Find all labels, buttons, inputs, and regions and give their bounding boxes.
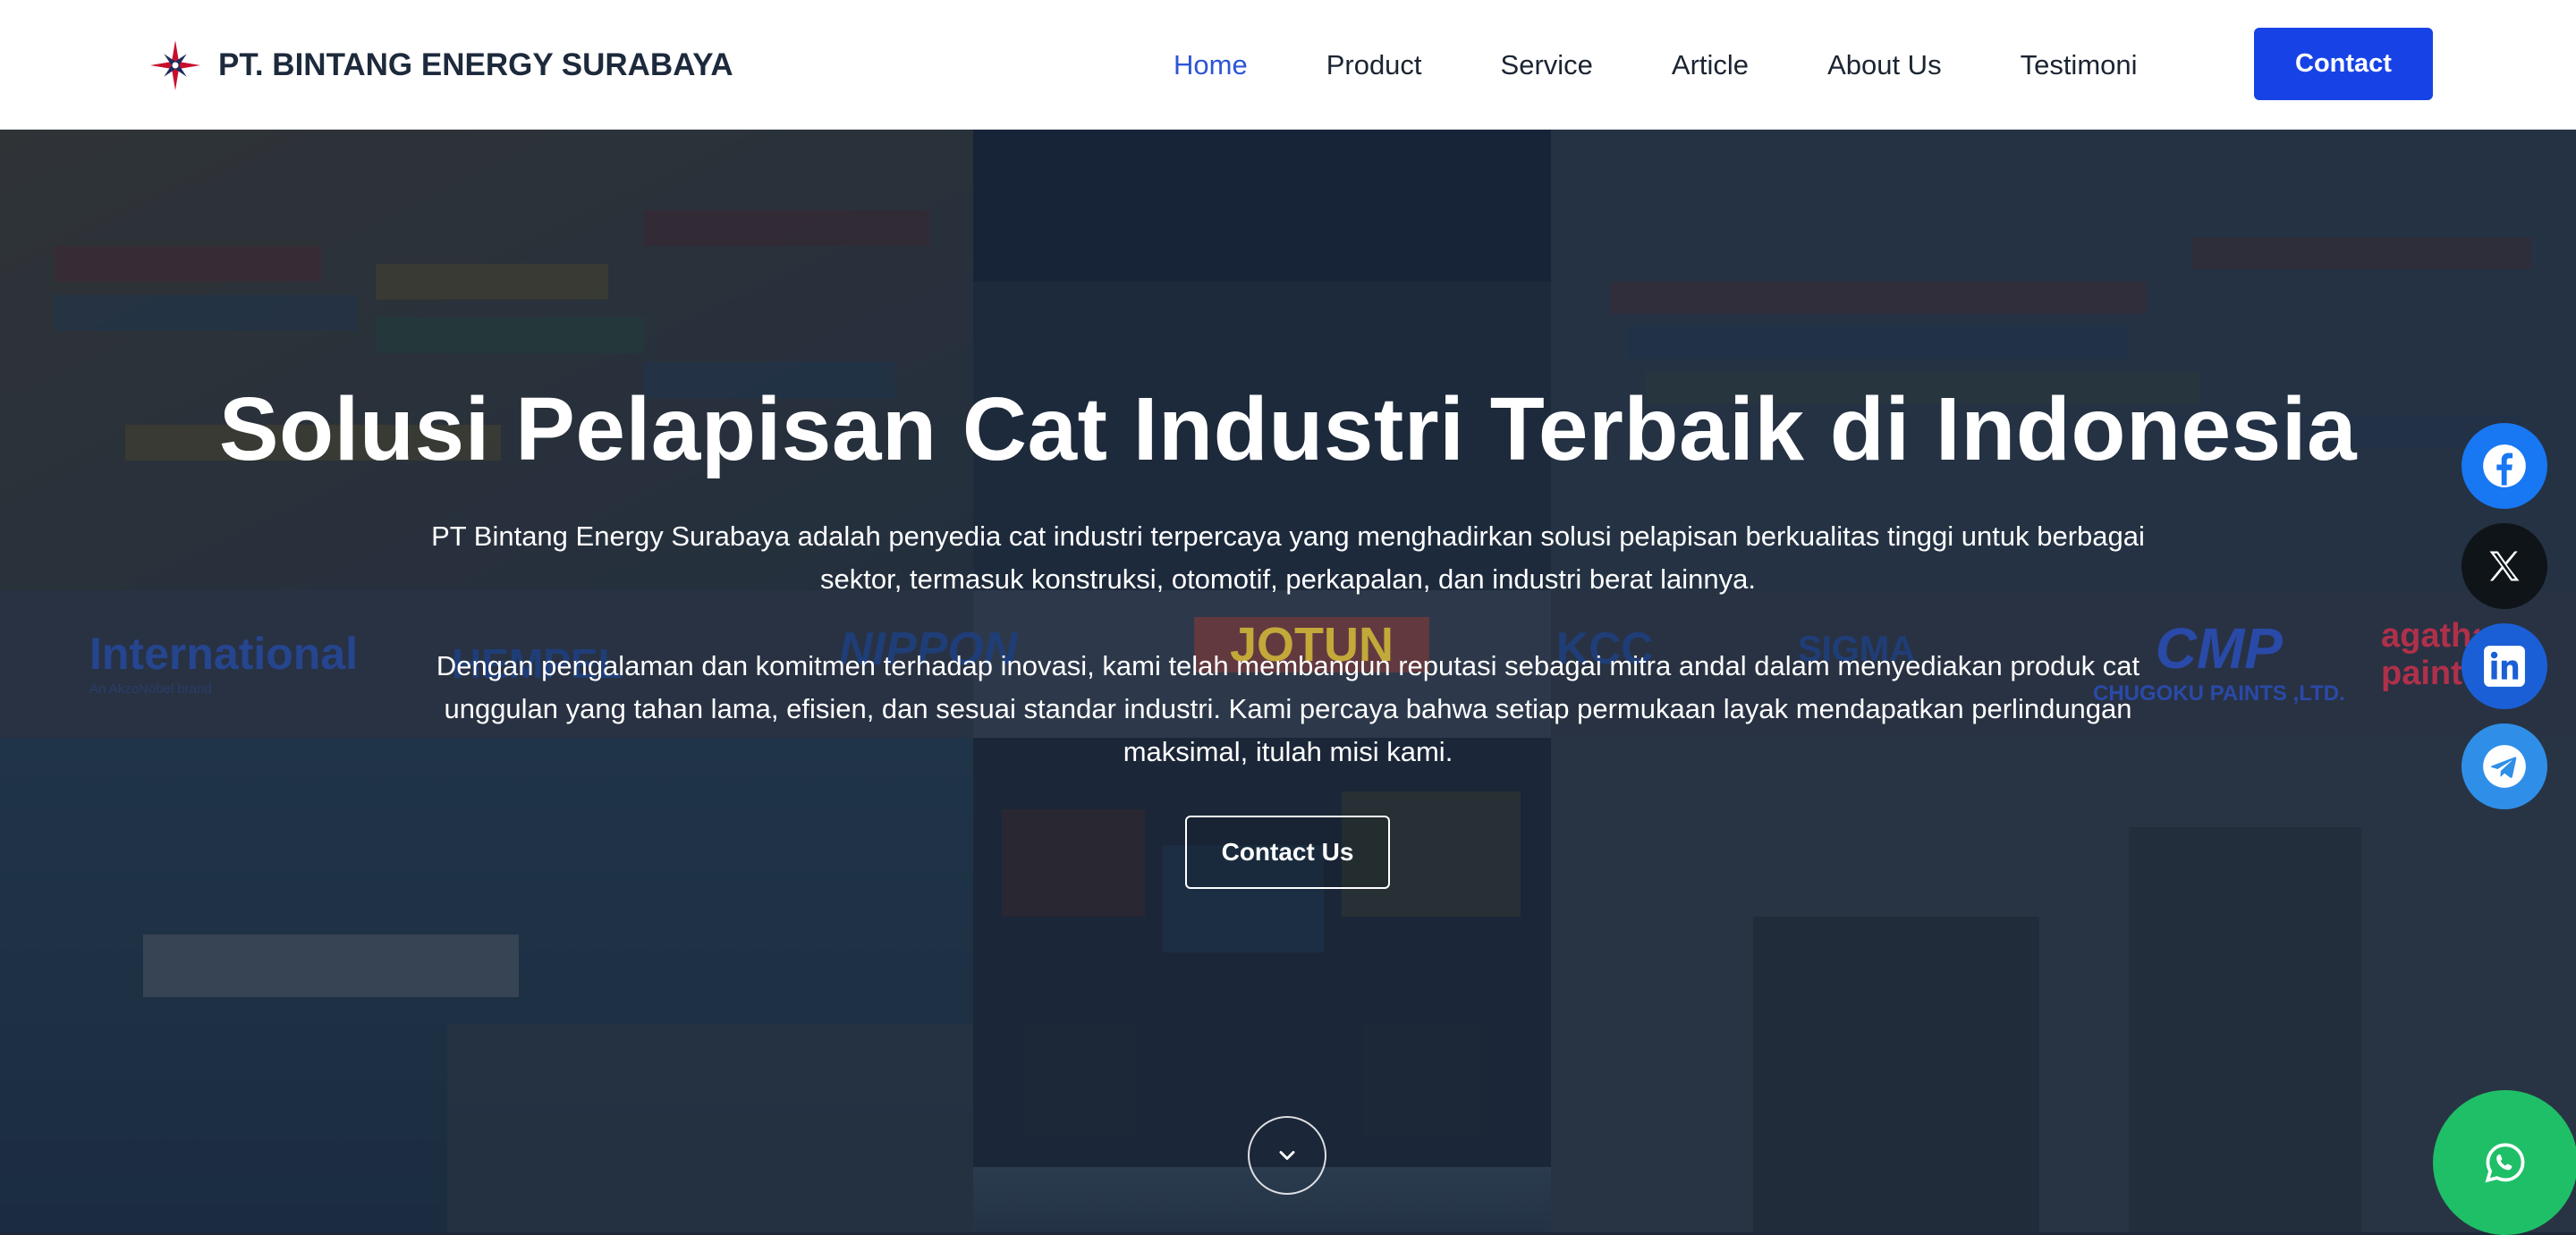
main-nav: Home Product Service Article About Us Te… [1174,0,2216,130]
nav-article[interactable]: Article [1672,49,1749,81]
site-header: PT. BINTANG ENERGY SURABAYA Home Product… [0,0,2576,130]
telegram-icon [2483,745,2526,788]
hero-paragraph-1: PT Bintang Energy Surabaya adalah penyed… [431,520,2145,595]
nav-home[interactable]: Home [1174,49,1248,81]
nav-service[interactable]: Service [1501,49,1593,81]
chevron-down-icon [1279,1151,1295,1160]
brand[interactable]: PT. BINTANG ENERGY SURABAYA [148,38,733,93]
telegram-button[interactable] [2462,723,2547,809]
nav-about-us[interactable]: About Us [1827,49,1942,81]
nav-product[interactable]: Product [1326,49,1422,81]
hero-paragraph-2: Dengan pengalaman dan komitmen terhadap … [436,650,2140,767]
star-logo-icon [150,40,200,90]
x-icon [2489,551,2520,581]
facebook-button[interactable] [2462,423,2547,509]
whatsapp-button[interactable] [2433,1090,2576,1235]
hero-title: Solusi Pelapisan Cat Industri Terbaik di… [218,379,2358,479]
nav-testimoni[interactable]: Testimoni [2021,49,2138,81]
scroll-down-button[interactable] [1248,1116,1326,1195]
contact-us-button[interactable]: Contact Us [1185,816,1390,889]
linkedin-icon [2484,646,2525,687]
hero-section: International An AkzoNobel brand HEMPEL … [0,130,2576,1232]
whatsapp-icon [2485,1143,2525,1183]
facebook-icon [2483,444,2526,487]
x-button[interactable] [2462,523,2547,609]
contact-button[interactable]: Contact [2254,28,2433,100]
brand-name: PT. BINTANG ENERGY SURABAYA [218,47,733,82]
hero-content: Solusi Pelapisan Cat Industri Terbaik di… [0,130,2576,1232]
linkedin-button[interactable] [2462,623,2547,709]
